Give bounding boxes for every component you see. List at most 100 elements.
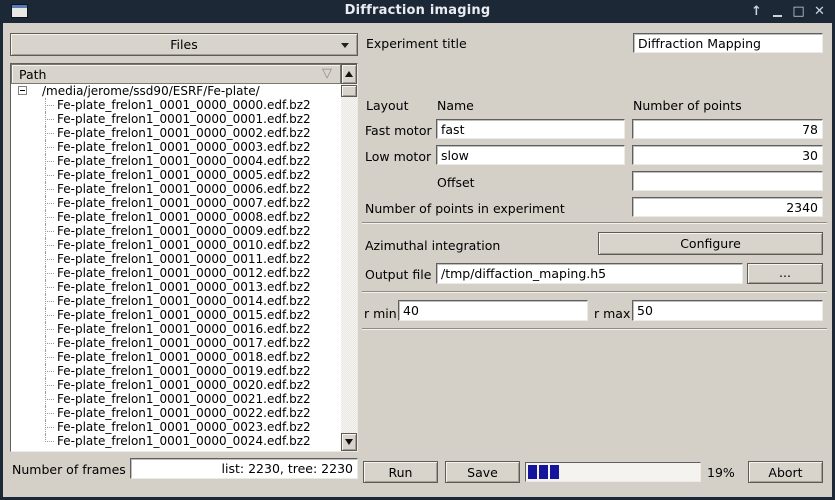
tree-connector: [45, 147, 54, 148]
tree-item[interactable]: Fe-plate_frelon1_0001_0000_0007.edf.bz2: [11, 196, 341, 210]
progress-block: [550, 465, 559, 479]
tree-connector: [45, 175, 54, 176]
rmax-label: r max: [594, 306, 630, 321]
close-button[interactable]: ✕: [812, 4, 827, 20]
tree-item[interactable]: Fe-plate_frelon1_0001_0000_0013.edf.bz2: [11, 280, 341, 294]
tree-item[interactable]: Fe-plate_frelon1_0001_0000_0001.edf.bz2: [11, 112, 341, 126]
tree-item-label: Fe-plate_frelon1_0001_0000_0024.edf.bz2: [57, 434, 311, 448]
tree-item-label: Fe-plate_frelon1_0001_0000_0015.edf.bz2: [57, 308, 311, 322]
files-source-label: Files: [170, 37, 197, 52]
browse-button[interactable]: ...: [747, 263, 823, 284]
tree-item[interactable]: Fe-plate_frelon1_0001_0000_0017.edf.bz2: [11, 336, 341, 350]
tree-item-label: Fe-plate_frelon1_0001_0000_0009.edf.bz2: [57, 224, 311, 238]
low-motor-points-field[interactable]: 30: [632, 145, 823, 165]
tree-item-label: Fe-plate_frelon1_0001_0000_0007.edf.bz2: [57, 196, 311, 210]
tree-item[interactable]: Fe-plate_frelon1_0001_0000_0018.edf.bz2: [11, 350, 341, 364]
tree-item-label: Fe-plate_frelon1_0001_0000_0001.edf.bz2: [57, 112, 311, 126]
tree-connector: [45, 343, 54, 344]
name-header: Name: [437, 98, 474, 113]
tree-item[interactable]: Fe-plate_frelon1_0001_0000_0003.edf.bz2: [11, 140, 341, 154]
tree-item[interactable]: Fe-plate_frelon1_0001_0000_0016.edf.bz2: [11, 322, 341, 336]
tree-item[interactable]: Fe-plate_frelon1_0001_0000_0006.edf.bz2: [11, 182, 341, 196]
fast-motor-name-field[interactable]: fast: [436, 119, 625, 139]
experiment-title-field[interactable]: Diffraction Mapping: [633, 33, 823, 53]
tree-connector: [45, 231, 54, 232]
low-motor-name-field[interactable]: slow: [436, 145, 625, 165]
tree-root-label: /media/jerome/ssd90/ESRF/Fe-plate/: [42, 84, 260, 98]
tree-item[interactable]: Fe-plate_frelon1_0001_0000_0005.edf.bz2: [11, 168, 341, 182]
tree-item-label: Fe-plate_frelon1_0001_0000_0021.edf.bz2: [57, 392, 311, 406]
tree-item-label: Fe-plate_frelon1_0001_0000_0017.edf.bz2: [57, 336, 311, 350]
sort-indicator-icon[interactable]: ▽: [322, 66, 332, 81]
tree-item[interactable]: Fe-plate_frelon1_0001_0000_0022.edf.bz2: [11, 406, 341, 420]
tree-scrollbar[interactable]: [341, 64, 357, 451]
rmin-label: r min: [364, 306, 397, 321]
save-button[interactable]: Save: [445, 461, 520, 483]
titlebar[interactable]: Diffraction imaging ↑ □ ✕: [0, 0, 835, 23]
configure-button[interactable]: Configure: [598, 232, 823, 255]
tree-item[interactable]: Fe-plate_frelon1_0001_0000_0000.edf.bz2: [11, 98, 341, 112]
progress-bar: [525, 462, 701, 482]
tree-item[interactable]: Fe-plate_frelon1_0001_0000_0004.edf.bz2: [11, 154, 341, 168]
tree-connector: [45, 189, 54, 190]
rmin-field[interactable]: 40: [398, 300, 588, 321]
fast-motor-label: Fast motor: [365, 123, 432, 138]
tree-item[interactable]: Fe-plate_frelon1_0001_0000_0010.edf.bz2: [11, 238, 341, 252]
rollup-button[interactable]: ↑: [749, 4, 764, 20]
offset-field[interactable]: [632, 171, 823, 191]
tree-connector: [45, 161, 54, 162]
tree-item-label: Fe-plate_frelon1_0001_0000_0019.edf.bz2: [57, 364, 311, 378]
tree-item[interactable]: Fe-plate_frelon1_0001_0000_0002.edf.bz2: [11, 126, 341, 140]
tree-item-label: Fe-plate_frelon1_0001_0000_0002.edf.bz2: [57, 126, 311, 140]
scrollbar-thumb[interactable]: [341, 85, 357, 97]
tree-connector: [45, 399, 54, 400]
abort-button[interactable]: Abort: [748, 461, 823, 483]
tree-item-label: Fe-plate_frelon1_0001_0000_0022.edf.bz2: [57, 406, 311, 420]
tree-connector: [45, 245, 54, 246]
tree-connector: [45, 203, 54, 204]
separator: [362, 328, 827, 330]
tree-column-header-path[interactable]: Path ▽: [11, 64, 341, 84]
run-button[interactable]: Run: [363, 461, 438, 483]
tree-item-label: Fe-plate_frelon1_0001_0000_0004.edf.bz2: [57, 154, 311, 168]
tree-item[interactable]: Fe-plate_frelon1_0001_0000_0024.edf.bz2: [11, 434, 341, 448]
layout-header: Layout: [366, 98, 409, 113]
tree-item[interactable]: Fe-plate_frelon1_0001_0000_0020.edf.bz2: [11, 378, 341, 392]
minimize-button[interactable]: [770, 4, 785, 20]
tree-item[interactable]: Fe-plate_frelon1_0001_0000_0023.edf.bz2: [11, 420, 341, 434]
total-points-field[interactable]: 2340: [632, 197, 823, 217]
tree-item[interactable]: Fe-plate_frelon1_0001_0000_0019.edf.bz2: [11, 364, 341, 378]
tree-connector: [45, 259, 54, 260]
tree-item[interactable]: Fe-plate_frelon1_0001_0000_0009.edf.bz2: [11, 224, 341, 238]
scroll-down-icon[interactable]: [341, 433, 357, 451]
tree-item[interactable]: Fe-plate_frelon1_0001_0000_0011.edf.bz2: [11, 252, 341, 266]
tree-item-label: Fe-plate_frelon1_0001_0000_0013.edf.bz2: [57, 280, 311, 294]
tree-connector: [45, 133, 54, 134]
tree-item[interactable]: Fe-plate_frelon1_0001_0000_0008.edf.bz2: [11, 210, 341, 224]
tree-connector: [45, 315, 54, 316]
path-header-label: Path: [19, 67, 46, 82]
tree-root-item[interactable]: /media/jerome/ssd90/ESRF/Fe-plate/: [11, 84, 341, 98]
rmax-field[interactable]: 50: [632, 300, 823, 321]
collapse-expander-icon[interactable]: [18, 86, 27, 95]
tree-item-label: Fe-plate_frelon1_0001_0000_0005.edf.bz2: [57, 168, 311, 182]
total-points-label: Number of points in experiment: [365, 201, 565, 216]
maximize-button[interactable]: □: [791, 4, 806, 20]
frames-count-field[interactable]: list: 2230, tree: 2230: [130, 458, 358, 479]
tree-connector: [45, 217, 54, 218]
tree-item[interactable]: Fe-plate_frelon1_0001_0000_0015.edf.bz2: [11, 308, 341, 322]
tree-item-label: Fe-plate_frelon1_0001_0000_0023.edf.bz2: [57, 420, 311, 434]
tree-item[interactable]: Fe-plate_frelon1_0001_0000_0012.edf.bz2: [11, 266, 341, 280]
progress-block: [539, 465, 548, 479]
tree-item[interactable]: Fe-plate_frelon1_0001_0000_0021.edf.bz2: [11, 392, 341, 406]
output-file-field[interactable]: /tmp/diffaction_maping.h5: [436, 263, 743, 284]
tree-item[interactable]: Fe-plate_frelon1_0001_0000_0014.edf.bz2: [11, 294, 341, 308]
scroll-up-icon[interactable]: [341, 64, 357, 84]
tree-item-label: Fe-plate_frelon1_0001_0000_0008.edf.bz2: [57, 210, 311, 224]
files-source-select[interactable]: Files: [10, 33, 358, 56]
app-window: Diffraction imaging ↑ □ ✕ Files Path ▽ /…: [0, 0, 835, 500]
fast-motor-points-field[interactable]: 78: [632, 119, 823, 139]
tree-item-label: Fe-plate_frelon1_0001_0000_0020.edf.bz2: [57, 378, 311, 392]
separator: [362, 291, 827, 293]
frames-count-label: Number of frames: [12, 462, 126, 477]
